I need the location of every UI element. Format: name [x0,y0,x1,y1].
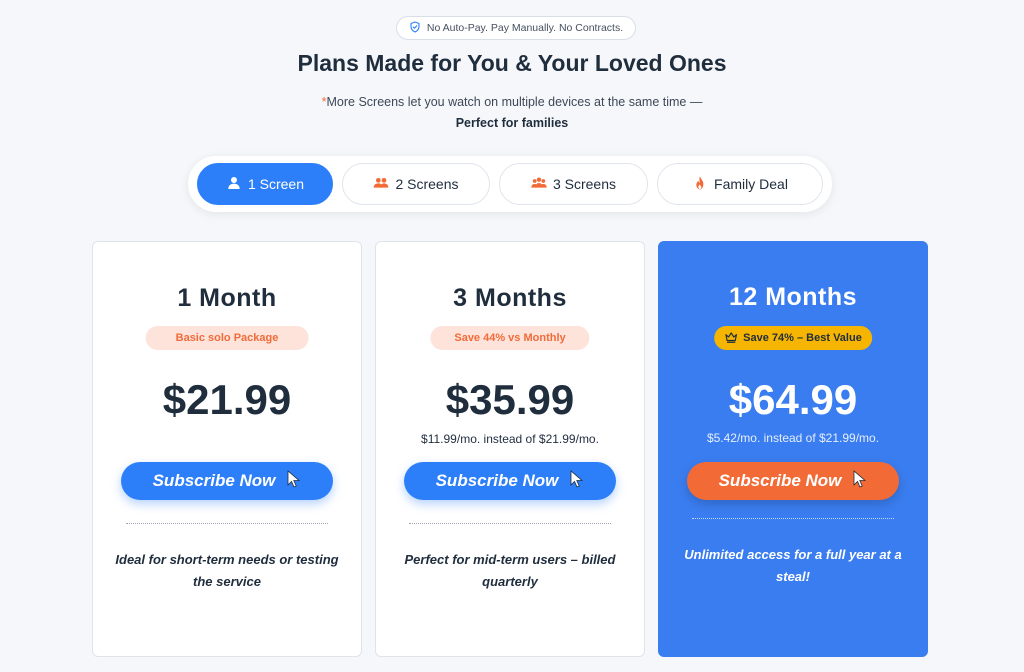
tab-2-screens[interactable]: 2 Screens [342,163,490,205]
plan-card-12-months: 12 Months Save 74% – Best Value $64.99 $… [658,241,928,657]
users-icon [373,175,389,194]
card-divider [409,523,611,524]
per-month-price: $11.99/mo. instead of $21.99/mo. [421,432,599,446]
badge-text: No Auto-Pay. Pay Manually. No Contracts. [426,22,624,34]
subscribe-label: Subscribe Now [152,471,276,490]
crown-icon [724,330,738,347]
plan-tag: Basic solo Package [145,326,309,350]
cursor-icon [287,469,301,493]
tab-label: 2 Screens [395,176,459,192]
card-divider [692,518,894,519]
screens-note: *More Screens let you watch on multiple … [312,92,712,134]
tab-label: Family Deal [714,176,788,192]
group-icon [531,175,547,194]
plan-description: Perfect for mid-term users – billed quar… [404,552,616,589]
plan-description: Unlimited access for a full year at a st… [684,547,902,584]
plan-card-3-months: 3 Months Save 44% vs Monthly $35.99 $11.… [375,241,645,657]
subscribe-label: Subscribe Now [435,471,559,490]
card-divider [126,523,328,524]
tab-1-screen[interactable]: 1 Screen [197,163,333,205]
screen-tabs: 1 Screen 2 Screens 3 Screens Family Deal [188,156,832,212]
plan-card-1-month: 1 Month Basic solo Package $21.99 Subscr… [92,241,362,657]
plan-duration: 12 Months [728,283,858,311]
families-emphasis: Perfect for families [455,116,569,130]
screens-note-text: More Screens let you watch on multiple d… [326,95,703,109]
page-title: Plans Made for You & Your Loved Ones [297,50,727,76]
tab-label: 3 Screens [552,176,617,192]
user-icon [226,175,242,194]
per-month-price: $5.42/mo. instead of $21.99/mo. [706,431,880,445]
subscribe-label: Subscribe Now [718,471,842,490]
plan-duration: 1 Month [177,284,277,312]
tab-family-deal[interactable]: Family Deal [657,163,823,205]
no-contract-badge: No Auto-Pay. Pay Manually. No Contracts. [396,16,636,40]
subscribe-button[interactable]: Subscribe Now [121,462,333,500]
tab-label: 1 Screen [247,176,305,192]
plan-tag-text: Save 74% – Best Value [743,332,862,344]
cursor-icon [853,469,867,493]
plan-tag: Save 74% – Best Value [714,326,872,350]
subscribe-button[interactable]: Subscribe Now [687,462,899,500]
plan-tag: Save 44% vs Monthly [430,326,590,350]
plan-price: $21.99 [162,376,292,423]
subscribe-button[interactable]: Subscribe Now [404,462,616,500]
plan-description: Ideal for short-term needs or testing th… [115,552,339,589]
fire-icon [692,175,708,194]
plan-price: $35.99 [445,376,575,423]
plan-price: $64.99 [728,376,858,423]
plan-duration: 3 Months [453,284,567,312]
cursor-icon [570,469,584,493]
shield-check-icon [409,20,421,36]
tab-3-screens[interactable]: 3 Screens [499,163,648,205]
